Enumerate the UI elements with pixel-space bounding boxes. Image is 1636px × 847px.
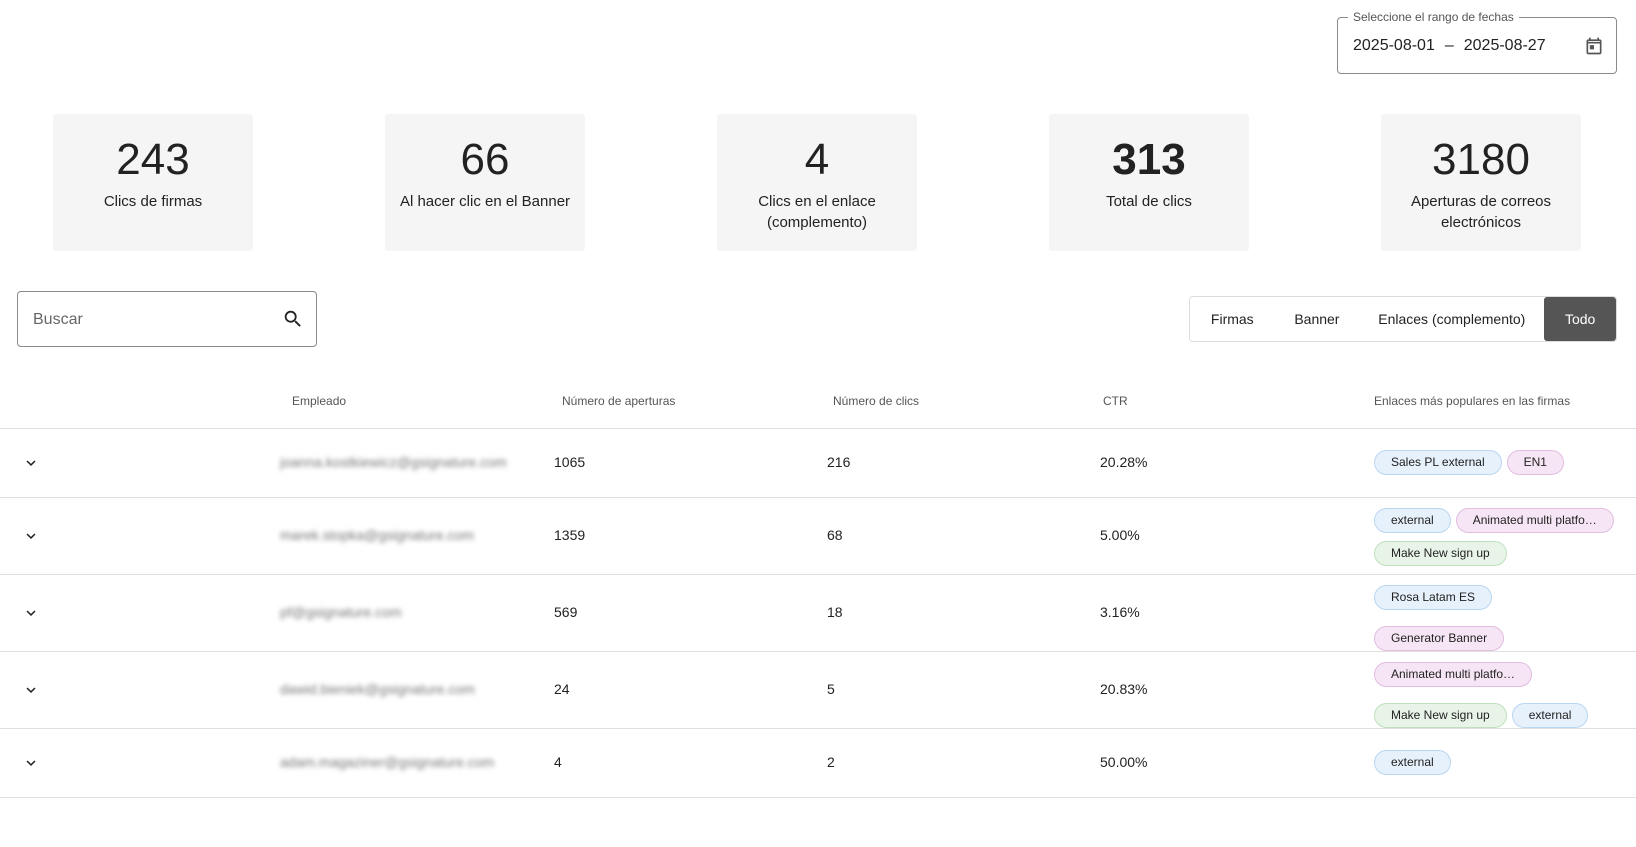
stat-value: 313: [1112, 135, 1186, 184]
search-input[interactable]: [33, 306, 263, 334]
table-row[interactable]: joanna.kostkiewicz@gsignature.com 1065 2…: [0, 429, 1636, 498]
filter-tabs: Firmas Banner Enlaces (complemento) Todo: [1189, 296, 1617, 342]
link-chip[interactable]: external: [1374, 750, 1451, 775]
ctr-value: 20.83%: [1100, 681, 1148, 697]
clicks-count: 2: [827, 754, 835, 770]
clicks-count: 68: [827, 527, 843, 543]
ctr-value: 5.00%: [1100, 527, 1140, 543]
stat-label: Total de clics: [1106, 193, 1192, 211]
chevron-down-icon[interactable]: [22, 754, 40, 772]
clicks-count: 5: [827, 681, 835, 697]
clicks-count: 18: [827, 604, 843, 620]
stat-value: 4: [804, 135, 830, 184]
stat-label: Clics de firmas: [103, 193, 203, 211]
link-chip[interactable]: Animated multi platfo…: [1374, 662, 1533, 687]
stat-label: Aperturas de correos electrónicos: [1410, 193, 1552, 232]
header-empleado[interactable]: Empleado: [292, 394, 346, 408]
date-range-values[interactable]: 2025-08-01–2025-08-27: [1353, 37, 1546, 55]
table-row[interactable]: pf@gsignature.com 569 18 3.16% Rosa Lata…: [0, 575, 1636, 652]
stat-card-total-clicks: 313 Total de clics: [1049, 114, 1249, 251]
employees-table: Empleado Número de aperturas Número de c…: [0, 380, 1636, 798]
link-chip[interactable]: Make New sign up: [1374, 541, 1507, 566]
date-range-legend: Seleccione el rango de fechas: [1348, 10, 1519, 24]
tab-firmas[interactable]: Firmas: [1190, 297, 1275, 341]
opens-count: 4: [554, 754, 562, 770]
chevron-down-icon[interactable]: [22, 454, 40, 472]
popular-links: external: [1374, 750, 1634, 775]
tab-enlaces[interactable]: Enlaces (complemento): [1359, 297, 1544, 341]
popular-links: Sales PL external EN1: [1374, 450, 1634, 475]
table-row[interactable]: adam.magaziner@gsignature.com 4 2 50.00%…: [0, 729, 1636, 798]
table-row[interactable]: dawid.bieniek@gsignature.com 24 5 20.83%…: [0, 652, 1636, 729]
ctr-value: 50.00%: [1100, 754, 1148, 770]
opens-count: 569: [554, 604, 578, 620]
opens-count: 24: [554, 681, 570, 697]
employee-email: pf@gsignature.com: [280, 604, 402, 620]
table-header: Empleado Número de aperturas Número de c…: [0, 380, 1636, 429]
stat-value: 66: [460, 135, 510, 184]
stat-card-email-opens: 3180 Aperturas de correos electrónicos: [1381, 114, 1581, 251]
search-icon[interactable]: [282, 308, 304, 330]
tab-banner[interactable]: Banner: [1275, 297, 1360, 341]
link-chip[interactable]: Make New sign up: [1374, 703, 1507, 728]
date-separator: –: [1444, 37, 1454, 54]
calendar-icon[interactable]: [1584, 36, 1604, 56]
employee-email: joanna.kostkiewicz@gsignature.com: [280, 454, 507, 470]
employee-email: adam.magaziner@gsignature.com: [280, 754, 495, 770]
popular-links: Animated multi platfo… Make New sign up …: [1374, 662, 1634, 728]
header-ctr[interactable]: CTR: [1103, 394, 1128, 408]
opens-count: 1359: [554, 527, 586, 543]
link-chip[interactable]: Generator Banner: [1374, 626, 1505, 651]
link-chip[interactable]: external: [1374, 508, 1451, 533]
employee-email: marek.stopka@gsignature.com: [280, 527, 474, 543]
chevron-down-icon[interactable]: [22, 681, 40, 699]
stat-value: 3180: [1432, 135, 1530, 184]
stat-value: 243: [116, 135, 190, 184]
stat-card-signature-clicks: 243 Clics de firmas: [53, 114, 253, 251]
header-clics[interactable]: Número de clics: [833, 394, 919, 408]
stat-label: Clics en el enlace (complemento): [758, 193, 876, 232]
employee-email: dawid.bieniek@gsignature.com: [280, 681, 475, 697]
end-date[interactable]: 2025-08-27: [1464, 37, 1546, 54]
chevron-down-icon[interactable]: [22, 604, 40, 622]
link-chip[interactable]: Sales PL external: [1374, 450, 1502, 475]
clicks-count: 216: [827, 454, 851, 470]
header-enlaces: Enlaces más populares en las firmas: [1374, 394, 1571, 408]
link-chip[interactable]: Rosa Latam ES: [1374, 585, 1493, 610]
opens-count: 1065: [554, 454, 586, 470]
search-box[interactable]: [17, 291, 317, 347]
chevron-down-icon[interactable]: [22, 527, 40, 545]
link-chip[interactable]: Animated multi platfo…: [1455, 508, 1614, 533]
popular-links: external Animated multi platfo… Make New…: [1374, 508, 1634, 566]
link-chip[interactable]: EN1: [1506, 450, 1564, 475]
table-row[interactable]: marek.stopka@gsignature.com 1359 68 5.00…: [0, 498, 1636, 575]
popular-links: Rosa Latam ES Generator Banner: [1374, 585, 1634, 651]
date-range-picker[interactable]: Seleccione el rango de fechas 2025-08-01…: [1337, 10, 1617, 74]
ctr-value: 3.16%: [1100, 604, 1140, 620]
ctr-value: 20.28%: [1100, 454, 1148, 470]
stat-label: Al hacer clic en el Banner: [399, 193, 571, 211]
start-date[interactable]: 2025-08-01: [1353, 37, 1435, 54]
tab-todo[interactable]: Todo: [1544, 297, 1616, 341]
header-aperturas[interactable]: Número de aperturas: [562, 394, 675, 408]
stat-card-link-clicks: 4 Clics en el enlace (complemento): [717, 114, 917, 251]
link-chip[interactable]: external: [1511, 703, 1589, 728]
stat-card-banner-clicks: 66 Al hacer clic en el Banner: [385, 114, 585, 251]
